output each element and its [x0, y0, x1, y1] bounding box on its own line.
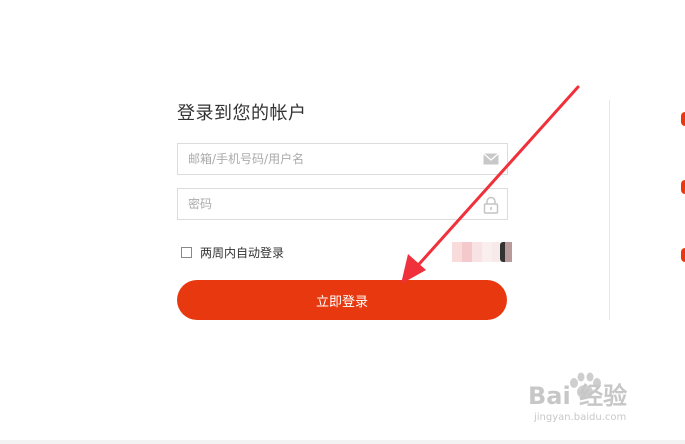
lock-icon [483, 196, 499, 218]
bottom-strip [0, 440, 685, 444]
remember-checkbox[interactable] [181, 247, 192, 258]
side-indicator-3 [681, 248, 685, 262]
account-input[interactable] [178, 144, 468, 174]
remember-me[interactable]: 两周内自动登录 [181, 244, 284, 261]
password-input[interactable] [178, 189, 468, 219]
side-indicator-2 [681, 180, 685, 194]
login-title: 登录到您的帐户 [177, 103, 307, 124]
side-indicator-1 [681, 112, 685, 126]
password-field[interactable] [177, 188, 508, 220]
watermark-main: Bai 经验 [528, 382, 628, 410]
vertical-divider [609, 100, 610, 320]
watermark: Bai 经验 jingyan.baidu.com [528, 372, 678, 432]
mail-icon [483, 151, 499, 170]
login-button[interactable]: 立即登录 [177, 280, 507, 320]
account-field[interactable] [177, 143, 508, 175]
watermark-url: jingyan.baidu.com [534, 412, 627, 423]
remember-label: 两周内自动登录 [200, 246, 285, 260]
blurred-widget [452, 242, 512, 262]
